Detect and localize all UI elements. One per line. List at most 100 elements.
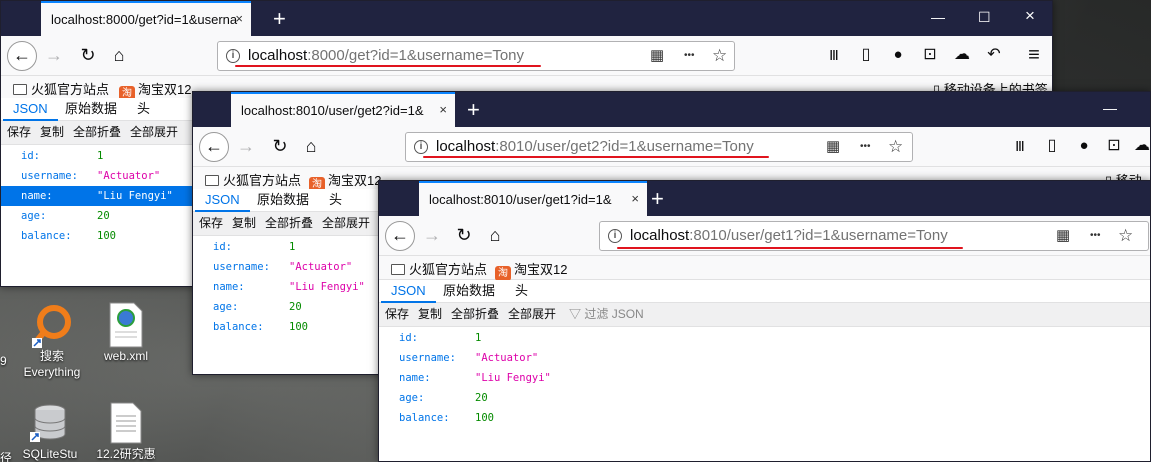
desktop-icon-web-xml[interactable]: web.xml <box>86 302 166 364</box>
tab-headers[interactable]: 头 <box>319 189 352 212</box>
minimize-icon[interactable]: — <box>1103 100 1117 116</box>
library-icon[interactable]: Ⅲ <box>819 41 849 71</box>
json-row[interactable]: balance: 100 <box>379 408 1150 428</box>
collapse-all-button[interactable]: 全部折叠 <box>70 121 124 145</box>
reload-icon[interactable]: ↻ <box>265 132 295 162</box>
tab-localhost-8010-get2[interactable]: localhost:8010/user/get2?id=1& × <box>231 92 455 127</box>
json-row[interactable]: id: 1 <box>379 328 1150 348</box>
menu-icon[interactable]: ≡ <box>1019 41 1049 71</box>
save-button[interactable]: 保存 <box>196 212 226 236</box>
close-tab-icon[interactable]: × <box>235 11 243 26</box>
save-button[interactable]: 保存 <box>4 121 34 145</box>
qr-code-icon[interactable]: ▦ <box>650 42 664 70</box>
tab-localhost-8000[interactable]: localhost:8000/get?id=1&userna × <box>41 1 251 36</box>
info-icon[interactable]: i <box>608 229 622 243</box>
bookmark-star-icon[interactable]: ☆ <box>888 133 903 161</box>
new-tab-icon[interactable]: + <box>273 6 286 32</box>
bookmark-star-icon[interactable]: ☆ <box>712 42 727 70</box>
bookmark-firefox-official[interactable]: 火狐官方站点 <box>205 170 301 189</box>
tab-headers[interactable]: 头 <box>505 280 538 303</box>
browser-window-8010-get1[interactable]: localhost:8010/user/get1?id=1& × + ← → ↻… <box>378 180 1151 462</box>
desktop-icon-label: 12.2研究惠 <box>96 447 156 461</box>
save-button[interactable]: 保存 <box>382 303 412 327</box>
tab-json[interactable]: JSON <box>381 280 436 303</box>
copy-button[interactable]: 复制 <box>37 121 67 145</box>
forward-icon[interactable]: → <box>417 221 447 251</box>
home-icon[interactable]: ⌂ <box>296 132 326 162</box>
reload-icon[interactable]: ↻ <box>73 41 103 71</box>
bookmark-firefox-official[interactable]: 火狐官方站点 <box>13 79 109 98</box>
bookmark-taobao[interactable]: 淘淘宝双12 <box>495 259 567 281</box>
json-key: name: <box>399 372 431 384</box>
tab-headers[interactable]: 头 <box>127 98 160 121</box>
forward-icon[interactable]: → <box>231 132 261 162</box>
json-filter[interactable]: ▽ 过滤 JSON <box>569 303 644 326</box>
page-actions-icon[interactable]: ••• <box>860 133 871 161</box>
desktop-icon-sqlitestudio[interactable]: SQLiteStu <box>10 402 90 462</box>
tab-json[interactable]: JSON <box>195 189 250 212</box>
tab-bar: localhost:8010/user/get1?id=1& × + <box>379 181 1150 216</box>
expand-all-button[interactable]: 全部展开 <box>127 121 181 145</box>
back-icon[interactable]: ← <box>7 41 37 71</box>
collapse-all-button[interactable]: 全部折叠 <box>262 212 316 236</box>
json-value: 20 <box>289 301 302 313</box>
page-actions-icon[interactable]: ••• <box>1090 222 1101 250</box>
expand-all-button[interactable]: 全部展开 <box>505 303 559 327</box>
close-tab-icon[interactable]: × <box>628 191 639 206</box>
json-row-selected[interactable]: name: "Liu Fengyi" <box>1 186 195 206</box>
close-window-icon[interactable]: × <box>1025 6 1035 26</box>
collapse-all-button[interactable]: 全部折叠 <box>448 303 502 327</box>
account-icon[interactable]: ● <box>1069 132 1099 162</box>
home-icon[interactable]: ⌂ <box>104 41 134 71</box>
folder-icon <box>13 84 27 95</box>
json-value: 1 <box>475 332 482 344</box>
json-row[interactable]: username: "Actuator" <box>379 348 1150 368</box>
tab-bar: localhost:8010/user/get2?id=1& × + — <box>193 92 1150 127</box>
back-icon[interactable]: ← <box>385 221 415 251</box>
forward-icon[interactable]: → <box>39 41 69 71</box>
json-value: 100 <box>475 412 494 424</box>
reload-icon[interactable]: ↻ <box>449 221 479 251</box>
desktop-icon-everything[interactable]: 搜索 Everything <box>12 304 92 380</box>
close-tab-icon[interactable]: × <box>436 102 447 117</box>
page-actions-icon[interactable]: ••• <box>684 42 695 70</box>
screenshot-icon[interactable]: ⊡ <box>915 41 945 71</box>
qr-code-icon[interactable]: ▦ <box>826 133 840 161</box>
qr-code-icon[interactable]: ▦ <box>1056 222 1070 250</box>
copy-button[interactable]: 复制 <box>229 212 259 236</box>
minimize-icon[interactable]: — <box>931 9 945 25</box>
sidebar-icon[interactable]: ▯ <box>851 41 881 71</box>
info-icon[interactable]: i <box>226 49 240 63</box>
account-icon[interactable]: ● <box>883 41 913 71</box>
new-tab-icon[interactable]: + <box>651 186 664 212</box>
back-icon[interactable]: ← <box>199 132 229 162</box>
undo-icon[interactable]: ↶ <box>979 41 1009 71</box>
desktop-icon-document[interactable]: 12.2研究惠 <box>86 402 166 462</box>
tab-raw-data[interactable]: 原始数据 <box>247 189 319 212</box>
json-key: id: <box>21 150 40 162</box>
bookmark-firefox-official[interactable]: 火狐官方站点 <box>391 259 487 278</box>
filter-placeholder: 过滤 JSON <box>584 307 644 321</box>
xml-file-icon <box>106 302 146 348</box>
sidebar-icon[interactable]: ▯ <box>1037 132 1067 162</box>
chat-icon[interactable]: ☁ <box>1127 132 1150 162</box>
tab-json[interactable]: JSON <box>3 98 58 121</box>
library-icon[interactable]: Ⅲ <box>1005 132 1035 162</box>
screenshot-icon[interactable]: ⊡ <box>1099 132 1129 162</box>
json-tree: id: 1 username: "Actuator" name: "Liu Fengy… <box>379 327 1150 428</box>
json-value: "Actuator" <box>475 352 539 364</box>
json-row[interactable]: name: "Liu Fengyi" <box>379 368 1150 388</box>
expand-all-button[interactable]: 全部展开 <box>319 212 373 236</box>
url-host: localhost <box>248 47 308 64</box>
bookmark-star-icon[interactable]: ☆ <box>1118 222 1133 250</box>
chat-icon[interactable]: ☁ <box>947 41 977 71</box>
tab-raw-data[interactable]: 原始数据 <box>55 98 127 121</box>
info-icon[interactable]: i <box>414 140 428 154</box>
new-tab-icon[interactable]: + <box>467 97 480 123</box>
tab-raw-data[interactable]: 原始数据 <box>433 280 505 303</box>
home-icon[interactable]: ⌂ <box>480 221 510 251</box>
json-row[interactable]: age: 20 <box>379 388 1150 408</box>
tab-localhost-8010-get1[interactable]: localhost:8010/user/get1?id=1& × <box>419 181 647 216</box>
maximize-icon[interactable]: ☐ <box>978 9 991 26</box>
copy-button[interactable]: 复制 <box>415 303 445 327</box>
